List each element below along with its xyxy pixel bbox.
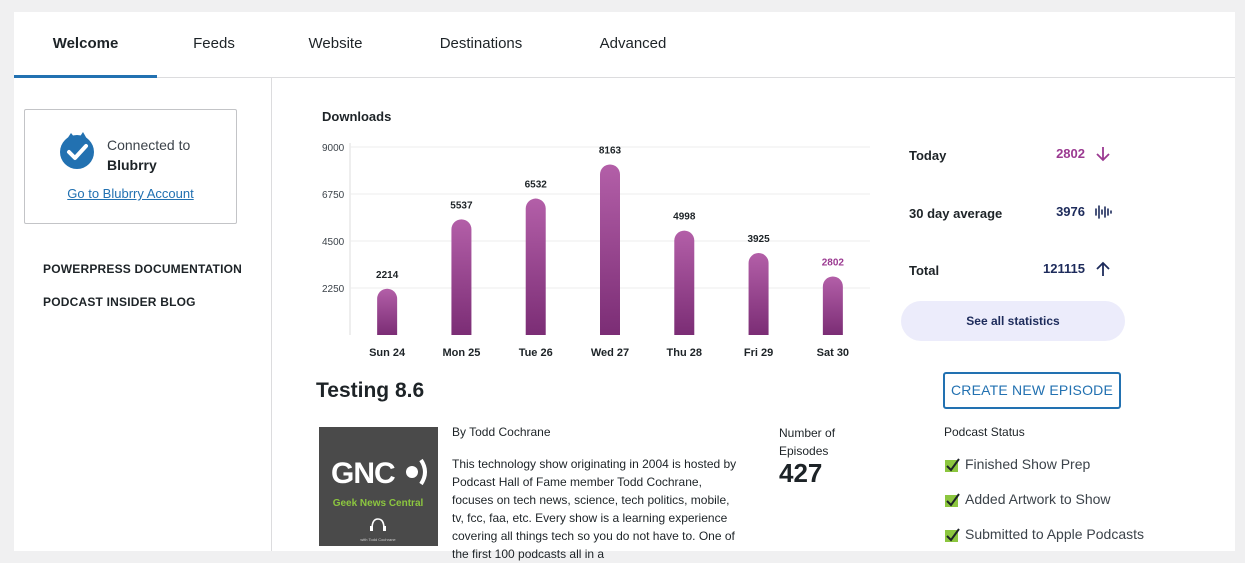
blubrry-account-link[interactable]: Go to Blubrry Account: [25, 186, 236, 201]
stat-today: Today 2802: [909, 144, 1119, 168]
status-item-label: Submitted to Apple Podcasts: [965, 526, 1144, 542]
x-tick-label: Sun 24: [369, 347, 406, 359]
arrow-up-icon: [1096, 261, 1110, 276]
tab-destinations[interactable]: Destinations: [400, 12, 562, 78]
gnc-logo-image: GNC Geek News Central with Todd Cochrane: [331, 457, 427, 542]
stat-avg-label: 30 day average: [909, 206, 1003, 221]
connection-card: Connected to Blubrry Go to Blubrry Accou…: [24, 109, 237, 224]
data-label: 8163: [599, 145, 622, 156]
x-tick-label: Fri 29: [744, 347, 773, 359]
stat-total: Total 121115: [909, 259, 1119, 283]
checkbox-checked-icon: [945, 493, 960, 507]
downloads-chart: 9000 6750 4500 2250 2214 Sun 24 5537 Mon 25 6532…: [322, 143, 870, 359]
connection-status: Connected to Blubrry: [107, 135, 190, 175]
y-tick-label: 2250: [322, 284, 345, 295]
bar: [451, 219, 472, 335]
bar: [525, 198, 546, 335]
tab-welcome[interactable]: Welcome: [14, 12, 157, 78]
status-item-label: Added Artwork to Show: [965, 491, 1111, 507]
x-tick-label: Wed 27: [591, 347, 629, 359]
verified-badge-icon: [60, 132, 94, 169]
tab-advanced[interactable]: Advanced: [562, 12, 704, 78]
show-title: Testing 8.6: [316, 379, 425, 402]
data-label: 2214: [376, 270, 399, 281]
audio-wave-icon: [1095, 205, 1112, 219]
see-all-statistics-button[interactable]: See all statistics: [901, 301, 1125, 341]
data-label: 4998: [673, 212, 696, 223]
powerpress-documentation-link[interactable]: POWERPRESS DOCUMENTATION: [43, 262, 242, 276]
podcast-insider-blog-link[interactable]: PODCAST INSIDER BLOG: [43, 295, 196, 309]
data-label: 3925: [747, 234, 770, 245]
status-item-label: Finished Show Prep: [965, 456, 1091, 472]
tab-website[interactable]: Website: [271, 12, 400, 78]
show-author: By Todd Cochrane: [452, 425, 551, 439]
show-description: This technology show originating in 2004…: [452, 457, 737, 561]
x-tick-label: Mon 25: [442, 347, 480, 359]
x-tick-label: Sat 30: [817, 347, 849, 359]
x-tick-label: Tue 26: [519, 347, 553, 359]
tab-bar: Welcome Feeds Website Destinations Advan…: [14, 12, 1235, 78]
stat-avg-value: 3976: [1056, 204, 1085, 219]
connected-service: Blubrry: [107, 157, 157, 173]
bar: [822, 276, 843, 335]
stat-today-label: Today: [909, 148, 947, 163]
episodes-label: Number of Episodes: [779, 426, 836, 458]
show-artwork: GNC Geek News Central with Todd Cochrane: [319, 427, 438, 546]
powerpress-welcome-panel: Welcome Feeds Website Destinations Advan…: [14, 12, 1235, 561]
bar: [748, 253, 769, 335]
y-tick-label: 9000: [322, 143, 345, 154]
checkbox-checked-icon: [945, 528, 960, 542]
arrow-down-icon: [1096, 147, 1110, 162]
bar: [674, 230, 695, 335]
artwork-byline: with Todd Cochrane: [360, 537, 396, 542]
checkbox-checked-icon: [945, 458, 960, 472]
bar: [600, 164, 620, 335]
stat-30-day-average: 30 day average 3976: [909, 202, 1119, 226]
y-tick-label: 4500: [322, 237, 345, 248]
y-tick-label: 6750: [322, 190, 345, 201]
create-new-episode-button[interactable]: CREATE NEW EPISODE: [943, 372, 1121, 409]
podcast-status-label: Podcast Status: [944, 425, 1025, 439]
data-label: 5537: [450, 200, 473, 211]
data-label: 2802: [822, 257, 845, 268]
x-tick-label: Thu 28: [667, 347, 702, 359]
stat-today-value: 2802: [1056, 146, 1085, 161]
tab-feeds[interactable]: Feeds: [157, 12, 271, 78]
stat-total-label: Total: [909, 263, 940, 278]
connected-prefix: Connected to: [107, 137, 191, 153]
data-label: 6532: [525, 180, 548, 191]
bar: [377, 288, 398, 335]
stat-total-value: 121115: [1043, 261, 1085, 276]
episodes-count: 427: [779, 458, 823, 488]
downloads-title: Downloads: [322, 109, 392, 124]
artwork-logo-text: GNC: [331, 457, 395, 490]
artwork-tagline: Geek News Central: [333, 498, 424, 509]
sidebar: Connected to Blubrry Go to Blubrry Accou…: [14, 78, 272, 551]
